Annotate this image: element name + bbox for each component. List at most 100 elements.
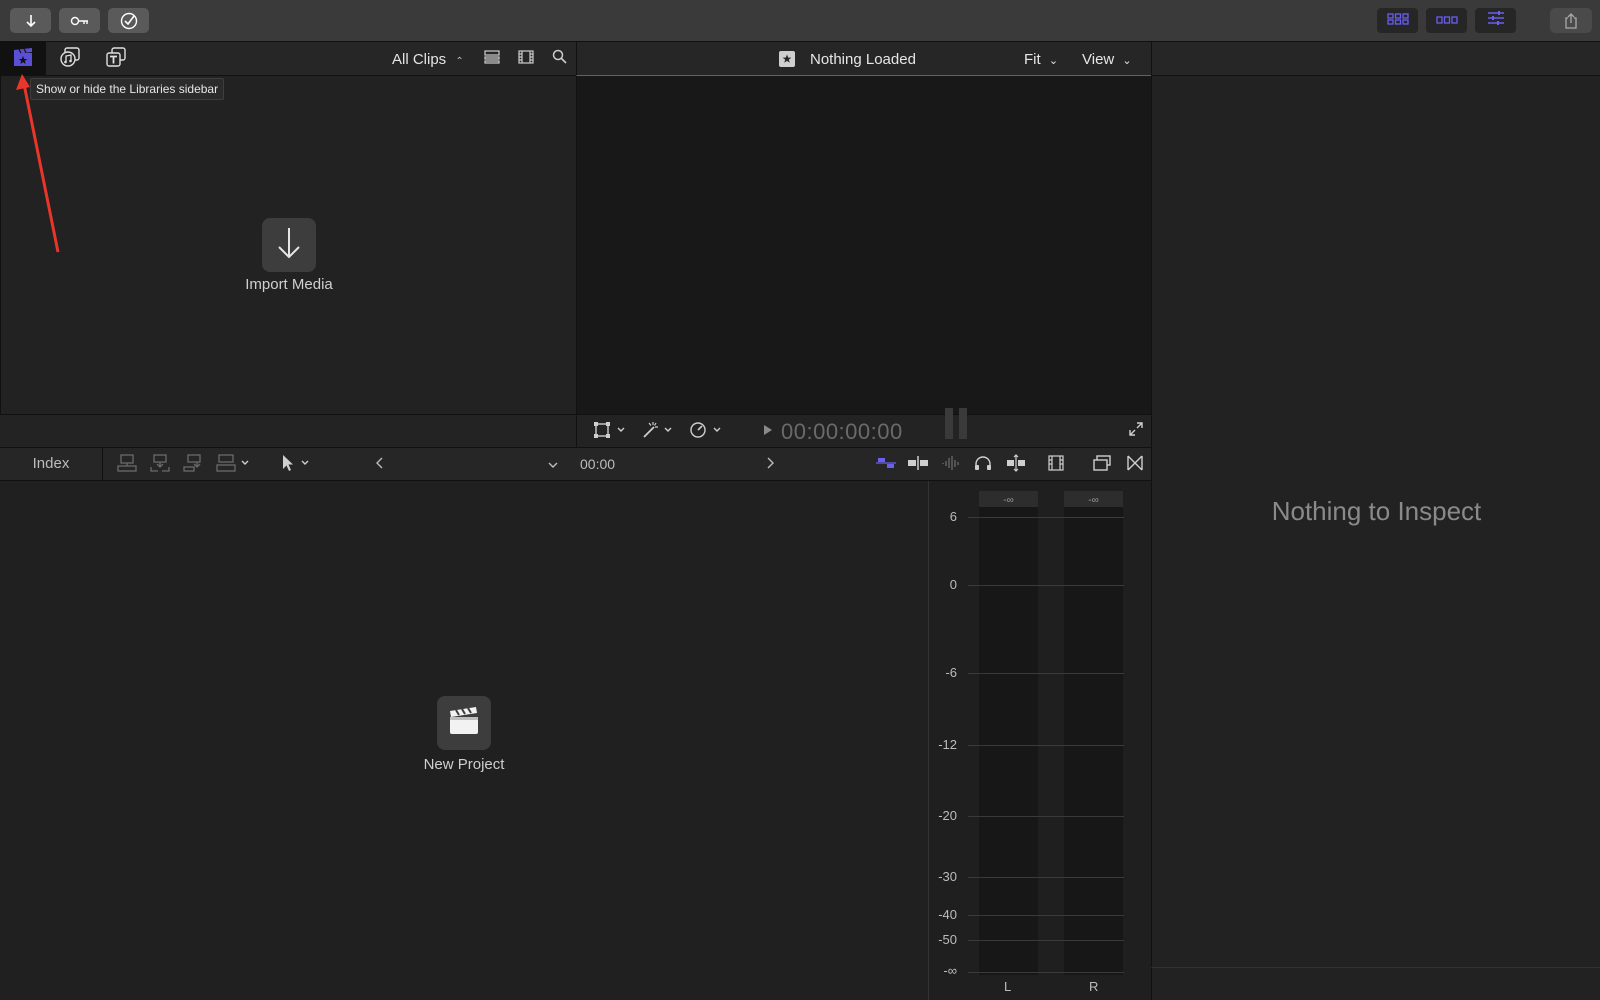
chevron-down-icon: ⌄ [1048, 55, 1059, 67]
play-button[interactable] [761, 424, 775, 440]
search-icon [552, 49, 567, 69]
meter-gridline [968, 915, 1124, 916]
append-clip-icon [183, 453, 203, 477]
key-icon [70, 15, 90, 27]
meter-gridline [968, 972, 1124, 973]
new-project-button[interactable] [437, 696, 491, 750]
new-project-label: New Project [423, 756, 505, 773]
clip-split-icon [1005, 453, 1027, 477]
photos-audio-icon [59, 46, 81, 72]
clip-appearance-button[interactable] [1091, 454, 1113, 476]
clip-filter-dropdown[interactable]: All Clips ⌃ [392, 51, 464, 68]
view-label: View [1082, 51, 1115, 68]
checkmark-circle-icon [120, 12, 138, 30]
connect-clip-button[interactable] [116, 453, 138, 477]
arrow-down-icon [276, 226, 302, 265]
transform-dropdown[interactable] [591, 421, 629, 442]
expand-icon [1128, 421, 1144, 442]
view-dropdown[interactable]: View ⌄ [1082, 51, 1132, 68]
meter-gridline [968, 517, 1124, 518]
snapping-icon [875, 455, 897, 476]
filmstrip-icon [1048, 454, 1064, 476]
clip-stack-icon [1093, 454, 1111, 476]
browser-header: All Clips ⌃ [0, 42, 576, 76]
inspector-header [1151, 42, 1600, 76]
meter-scale-label: -40 [938, 907, 957, 922]
fullscreen-button[interactable] [1127, 421, 1145, 442]
filmstrip-list-icon [484, 49, 500, 69]
overwrite-clip-dropdown[interactable] [214, 453, 254, 477]
append-clip-button[interactable] [182, 453, 204, 477]
chevron-left-icon [376, 456, 384, 474]
chevron-down-icon [548, 456, 558, 474]
clapper-star-icon [779, 51, 795, 67]
clip-appearance-button[interactable] [482, 49, 502, 69]
annotation-arrow [16, 74, 60, 253]
filmstrip-view-button[interactable] [516, 49, 536, 69]
timeline-appearance-button[interactable] [1045, 454, 1067, 476]
titles-generators-icon [105, 46, 127, 72]
fit-dropdown[interactable]: Fit ⌄ [1024, 51, 1058, 68]
connect-clip-icon [117, 453, 137, 477]
search-button[interactable] [549, 49, 569, 69]
clip-filter-label: All Clips [392, 51, 447, 68]
meter-scale-label: 6 [949, 509, 957, 524]
viewer-title: Nothing Loaded [810, 51, 916, 68]
chevron-updown-icon: ⌃ [455, 56, 464, 67]
clapperboard-icon [448, 706, 480, 741]
pointer-icon [279, 454, 313, 477]
timeline-forward-button[interactable] [762, 455, 778, 475]
enhance-dropdown[interactable] [638, 421, 676, 444]
inspector-empty-label: Nothing to Inspect [1271, 496, 1482, 526]
skimming-toggle[interactable] [907, 455, 929, 475]
main-toolbar [0, 0, 1600, 42]
channel-left-label: L [1004, 979, 1012, 994]
libraries-icon [12, 47, 34, 72]
chevron-right-icon [766, 456, 774, 474]
snapping-toggle[interactable] [875, 455, 897, 475]
solo-toggle[interactable] [972, 455, 994, 475]
headphones-icon [974, 455, 992, 476]
viewer-canvas[interactable] [576, 76, 1151, 414]
meter-scale-label: 0 [949, 577, 957, 592]
keyword-editor-button[interactable] [59, 8, 100, 33]
show-inspector-button[interactable] [1475, 8, 1516, 33]
meter-gridline [968, 940, 1124, 941]
show-browser-button[interactable] [1377, 8, 1418, 33]
meter-gridline [968, 673, 1124, 674]
magic-wand-icon [640, 421, 674, 444]
tool-select-dropdown[interactable] [278, 454, 314, 477]
arrow-down-icon [24, 14, 38, 28]
transitions-browser-button[interactable] [1124, 455, 1146, 475]
fit-label: Fit [1024, 51, 1041, 68]
clip-preview-toggle[interactable] [1004, 453, 1028, 477]
timeline-back-button[interactable] [372, 455, 388, 475]
filmstrip-icon [518, 49, 534, 69]
import-button[interactable] [10, 8, 51, 33]
audio-skimming-toggle[interactable] [940, 455, 962, 475]
meter-bar-right [959, 408, 967, 439]
timeline-toolbar: Index 00:00 [0, 447, 1151, 481]
import-media-button[interactable] [262, 218, 316, 272]
meter-gridline [968, 745, 1124, 746]
browser-panel: Import Media [0, 76, 576, 414]
retime-dropdown[interactable] [687, 421, 725, 442]
background-tasks-button[interactable] [108, 8, 149, 33]
titles-generators-tab[interactable] [100, 42, 132, 76]
waveform-icon [941, 455, 961, 476]
meter-scale-label: -30 [938, 869, 957, 884]
viewer-controls: 00:00:00:00 [576, 408, 1151, 447]
share-button[interactable] [1550, 8, 1592, 33]
insert-clip-button[interactable] [149, 453, 171, 475]
meter-channel-left [979, 507, 1038, 975]
browser-footer [0, 414, 576, 447]
inspector-panel: Nothing to Inspect [1151, 76, 1600, 967]
overwrite-clip-icon [216, 453, 252, 477]
inspector-footer [1151, 967, 1600, 1000]
show-timeline-button[interactable] [1426, 8, 1467, 33]
meter-scale-label: -20 [938, 808, 957, 823]
index-button[interactable]: Index [0, 448, 103, 480]
project-dropdown[interactable] [546, 455, 560, 475]
viewer-timecode[interactable]: 00:00:00:00 [781, 419, 903, 445]
share-icon [1564, 12, 1578, 29]
